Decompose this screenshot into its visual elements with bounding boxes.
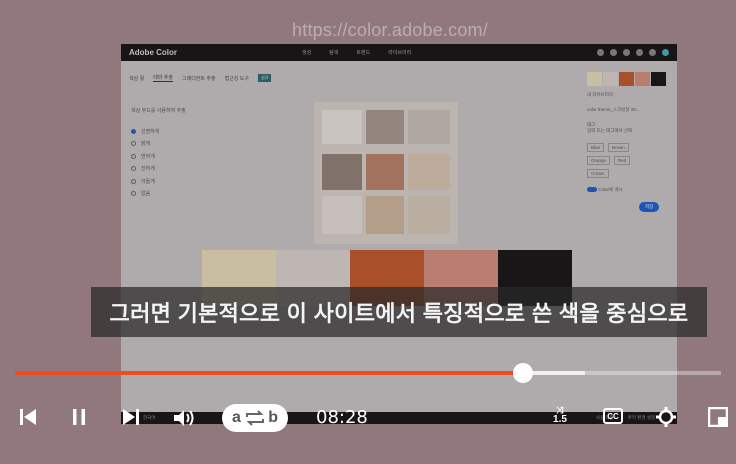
site-menu-item: 탐색 (329, 50, 339, 56)
site-tab: 색상 휠 (129, 75, 145, 82)
playback-speed-button[interactable]: ⤨ 1.5 (551, 406, 569, 425)
moodboard-tile (366, 110, 404, 144)
site-mood-options: 색상 무드를 사용하여 추출 선명하게 밝게 연하게 진하게 어둡게 없음 (131, 108, 191, 200)
site-menu-item: 라이브러리 (388, 50, 412, 56)
site-tabs: 색상 휠 테마 추출 그래디언트 추출 접근성 도구 신규 (129, 74, 272, 82)
panel-swatch (587, 72, 602, 86)
picture-in-picture-icon[interactable] (707, 406, 729, 428)
panel-swatch (635, 72, 650, 86)
site-option-label: 밝게 (141, 141, 151, 148)
site-option: 선명하게 (131, 125, 191, 138)
toggle-icon (587, 187, 597, 193)
radio-icon (131, 178, 136, 184)
site-tab: 그래디언트 추출 (182, 75, 216, 82)
panel-name-row: color theme_스크린샷 20... (587, 107, 671, 113)
moodboard-tile (408, 196, 450, 234)
ab-repeat-button[interactable]: a b (222, 404, 288, 432)
panel-tags-placeholder: 입력 또는 태그에서 선택 (587, 128, 633, 133)
panel-swatch (603, 72, 618, 86)
site-menu-item: 트렌드 (356, 50, 371, 56)
panel-swatches (587, 72, 671, 86)
panel-publish-row: Color에 게시 (587, 187, 671, 193)
next-icon[interactable] (121, 406, 141, 428)
moodboard-tile (322, 154, 362, 190)
moodboard-tile (408, 154, 450, 190)
site-option-label: 진하게 (141, 166, 155, 173)
site-icon (623, 49, 630, 56)
ab-repeat-a: a (232, 409, 241, 426)
moodboard-tile (322, 110, 362, 144)
speed-value: 1.5 (553, 414, 567, 425)
site-toolbar-icons (597, 49, 669, 56)
site-topbar: Adobe Color 생성 탐색 트렌드 라이브러리 (121, 44, 677, 61)
site-tab-badge: 신규 (257, 74, 272, 82)
radio-icon (131, 153, 136, 159)
radio-icon (131, 141, 136, 147)
panel-chip: Orange (587, 156, 611, 165)
site-tab-active: 테마 추출 (153, 75, 173, 82)
panel-toggle-label: Color에 게시 (598, 187, 623, 192)
moodboard-tile (366, 196, 404, 234)
moodboard-tile (366, 154, 404, 190)
site-option-label: 어둡게 (141, 178, 155, 185)
panel-library-label: 내 라이브러리 (587, 92, 614, 97)
panel-chip: Blue (587, 143, 605, 152)
volume-icon[interactable] (172, 407, 196, 429)
url-overlay: https://color.adobe.com/ (292, 20, 488, 40)
progress-played (15, 371, 524, 375)
panel-swatch (619, 72, 634, 86)
radio-icon (131, 166, 136, 172)
panel-tags-row: 태그 입력 또는 태그에서 선택 (587, 122, 671, 134)
site-tab: 접근성 도구 (224, 75, 249, 82)
moodboard-image (314, 102, 458, 244)
moodboard-tile (322, 196, 362, 234)
panel-chips: Blue Brown Orange Red Cream (587, 143, 647, 178)
panel-chip: Brown (608, 143, 629, 152)
site-option-label: 없음 (141, 191, 151, 198)
player-controls: a b 08:28 ⤨ 1.5 CC (0, 398, 736, 438)
site-icon (610, 49, 617, 56)
captions-button[interactable]: CC (603, 408, 623, 424)
site-icon (649, 49, 656, 56)
site-avatar-icon (662, 49, 669, 56)
panel-chip: Red (614, 156, 631, 165)
subtitle-caption: 그러면 기본적으로 이 사이트에서 특징적으로 쓴 색을 중심으로 (91, 287, 707, 337)
moodboard-tile (408, 110, 450, 144)
repeat-icon (245, 410, 264, 426)
site-option: 연하게 (131, 150, 191, 163)
embedded-website: Adobe Color 생성 탐색 트렌드 라이브러리 색상 휠 테마 추출 그… (121, 44, 677, 424)
previous-icon[interactable] (18, 406, 38, 428)
panel-name-value: color theme_스크린샷 20... (587, 107, 640, 112)
site-option-label: 연하게 (141, 153, 155, 160)
progress-bar[interactable] (15, 363, 721, 383)
radio-selected-icon (131, 128, 136, 134)
current-time: 08:28 (316, 407, 368, 428)
pause-icon[interactable] (70, 406, 88, 428)
site-menu-item: 생성 (302, 50, 312, 56)
site-icon (636, 49, 643, 56)
site-option-label: 선명하게 (141, 128, 160, 135)
settings-gear-icon[interactable] (655, 406, 677, 428)
site-option: 진하게 (131, 163, 191, 176)
site-option: 없음 (131, 188, 191, 201)
site-right-panel: 내 라이브러리 color theme_스크린샷 20... 태그 입력 또는 … (587, 72, 671, 221)
radio-icon (131, 191, 136, 197)
site-options-heading: 색상 무드를 사용하여 추출 (131, 108, 186, 114)
site-brand: Adobe Color (129, 48, 177, 57)
panel-chip: Cream (587, 169, 609, 178)
site-menu: 생성 탐색 트렌드 라이브러리 (302, 49, 411, 56)
site-option: 어둡게 (131, 175, 191, 188)
panel-swatch (651, 72, 666, 86)
panel-library-row: 내 라이브러리 (587, 92, 671, 98)
ab-repeat-b: b (268, 409, 278, 426)
panel-save-button: 저장 (639, 202, 660, 212)
site-option: 밝게 (131, 138, 191, 151)
site-icon (597, 49, 604, 56)
